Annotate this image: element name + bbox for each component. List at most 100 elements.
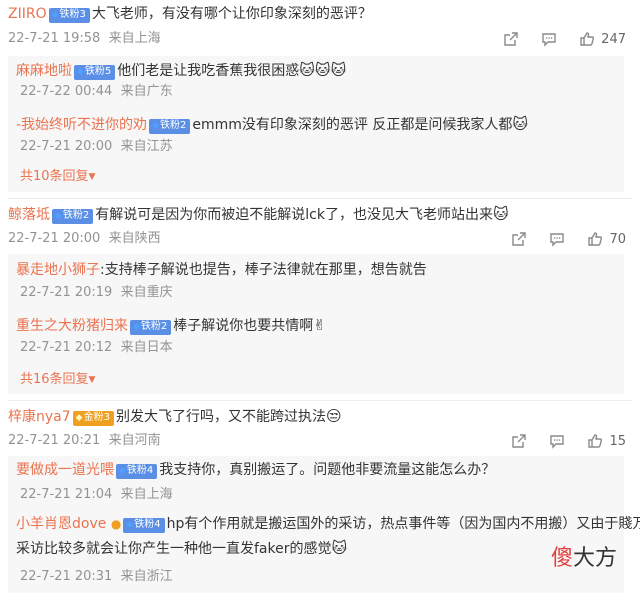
reply-text: 支持棒子解说也提告，棒子法律就在那里，想告就告 (104, 262, 427, 278)
reply-user[interactable]: 麻麻地啦 (16, 63, 72, 79)
victory-hand-icon: ✌ (313, 316, 326, 334)
comment-1-line: ZIIRO ◆铁粉3 大飞老师，有没有哪个让你印象深刻的恶评？ (8, 4, 372, 24)
comment-icon[interactable] (549, 231, 565, 247)
reply-location: 来自江苏 (120, 139, 173, 154)
more-replies-link[interactable]: 共10条回复▼ (20, 168, 95, 186)
diamond-icon: ◆ (75, 413, 83, 423)
more-replies-label: 共16条回复 (20, 372, 89, 387)
comment-1-location: 来自上海 (108, 31, 161, 46)
reply-2-line: -我始终听不进你的劝 ◆铁粉2 emmm没有印象深刻的恶评 反正都是问候我家人都🐱 (16, 114, 528, 135)
reply-user[interactable]: 要做成一道光喂 (16, 462, 114, 478)
diamond-icon: ◆ (126, 520, 134, 530)
reply-2-line: 小羊肖恩dove ● ◆铁粉4 hp有个作用就是搬运国外的采访，热点事件等（因为国内… (16, 514, 640, 534)
reply-date: 22-7-22 00:44 (20, 84, 113, 99)
comment-1-date: 22-7-21 19:58 (8, 31, 101, 46)
unamused-face-icon: 😒 (325, 407, 342, 425)
reply-date: 22-7-21 20:31 (20, 569, 113, 584)
diamond-icon: ◆ (51, 10, 59, 20)
like-button[interactable]: 247 (579, 31, 626, 47)
reply-text: 棒子解说你也要共情啊 (173, 318, 314, 334)
reply-date: 22-7-21 20:00 (20, 139, 113, 154)
reply-date: 22-7-21 21:04 (20, 487, 113, 502)
thumb-up-icon (588, 232, 603, 246)
reply-text: 他们老是让我吃香蕉我很困惑 (117, 63, 300, 79)
comment-2-user[interactable]: 鲸落坻 (8, 207, 50, 223)
like-button[interactable]: 15 (587, 433, 626, 449)
share-icon[interactable] (511, 433, 527, 449)
comment-2-meta: 22-7-21 20:00 来自陕西 (8, 230, 161, 248)
reply-user[interactable]: -我始终听不进你的劝 (16, 117, 147, 133)
diamond-icon: ◆ (119, 466, 126, 476)
like-count: 70 (609, 231, 626, 247)
reply-list: 麻麻地啦 ◆铁粉5 他们老是让我吃香蕉我很困惑🐱🐱🐱 22-7-22 00:44 来… (8, 56, 624, 192)
comment-1-user[interactable]: ZIIRO (8, 6, 47, 22)
reply-1-line: 暴走地小狮子:支持棒子解说也提告，棒子法律就在那里，想告就告 (16, 260, 427, 280)
more-replies-link[interactable]: 共16条回复▼ (20, 371, 95, 389)
reply-text: hp有个作用就是搬运国外的采访，热点事件等（因为国内不用搬）又由于賤万 (166, 516, 640, 532)
reply-list: 要做成一道光喂 ◆铁粉4 我支持你，真别搬运了。问题他非要流量这能怎么办？ 22-7… (8, 456, 640, 593)
divider (8, 400, 632, 401)
reply-list: 暴走地小狮子:支持棒子解说也提告，棒子法律就在那里，想告就告 22-7-21 2… (8, 254, 624, 394)
reply-meta: 22-7-21 20:12 来自日本 (20, 339, 173, 357)
reply-badge: ◆铁粉2 (130, 320, 172, 335)
comment-3-line: 梓康nya7 ◆金粉3 别发大飞了行吗，又不能跨过执法😒 (8, 406, 342, 427)
caret-down-icon: ▼ (88, 375, 96, 385)
like-count: 247 (601, 31, 626, 47)
reply-text: 采访比较多就会让你产生一种他一直发faker的感觉 (16, 541, 332, 557)
diamond-icon: ◆ (77, 67, 84, 77)
cat-emoji-icon: 🐱 (512, 115, 528, 133)
thumb-up-icon (580, 32, 595, 46)
reply-user[interactable]: 小羊肖恩dove (16, 516, 106, 532)
comment-3-date: 22-7-21 20:21 (8, 433, 101, 448)
reply-2-line-2: 采访比较多就会让你产生一种他一直发faker的感觉🐱 (16, 538, 347, 559)
reply-location: 来自重庆 (120, 285, 173, 300)
comment-2-badge: ◆铁粉2 (52, 209, 94, 224)
reply-meta: 22-7-22 00:44 来自广东 (20, 83, 173, 101)
comment-2-actions: 70 (511, 229, 626, 249)
diamond-icon: ◆ (152, 121, 159, 131)
comment-1-meta: 22-7-21 19:58 来自上海 (8, 30, 161, 48)
cat-emoji-icon: 🐱 (493, 205, 509, 223)
thumb-up-icon (588, 434, 603, 448)
reply-meta: 22-7-21 20:31 来自浙江 (20, 568, 173, 586)
reply-user[interactable]: 暴走地小狮子 (16, 262, 100, 278)
reply-location: 来自上海 (120, 487, 173, 502)
reply-badge: ◆铁粉2 (149, 119, 191, 134)
reply-badge: ◆铁粉5 (74, 65, 116, 80)
reply-badge: ◆铁粉4 (116, 464, 158, 479)
like-count: 15 (609, 433, 626, 449)
comment-3-meta: 22-7-21 20:21 来自河南 (8, 432, 161, 450)
reply-date: 22-7-21 20:19 (20, 285, 113, 300)
reply-location: 来自浙江 (120, 569, 173, 584)
comment-3-actions: 15 (511, 431, 626, 451)
reply-2-line: 重生之大粉猪归来 ◆铁粉2 棒子解说你也要共情啊✌ (16, 315, 326, 336)
watermark: 傻大方 (551, 540, 617, 572)
comment-3-text: 别发大飞了行吗，又不能跨过执法 (115, 409, 326, 425)
reply-badge: ◆铁粉4 (123, 518, 165, 533)
comment-1-actions: 247 (503, 29, 626, 49)
watermark-first: 傻 (551, 546, 574, 571)
reply-user[interactable]: 重生之大粉猪归来 (16, 318, 128, 334)
comment-3-user[interactable]: 梓康nya7 (8, 409, 71, 425)
comment-2-location: 来自陕西 (108, 231, 161, 246)
watermark-rest: 大方 (573, 546, 618, 571)
more-replies-label: 共10条回复 (20, 169, 89, 184)
divider (8, 198, 632, 199)
reply-location: 来自日本 (120, 340, 173, 355)
diamond-icon: ◆ (55, 211, 62, 221)
cat-emoji-icon: 🐱 (331, 539, 348, 557)
diamond-icon: ◆ (133, 322, 140, 332)
reply-location: 来自广东 (120, 84, 173, 99)
reply-date: 22-7-21 20:12 (20, 340, 113, 355)
reply-meta: 22-7-21 20:19 来自重庆 (20, 284, 173, 302)
share-icon[interactable] (511, 231, 527, 247)
like-button[interactable]: 70 (587, 231, 626, 247)
cat-emoji-icon: 🐱🐱🐱 (299, 61, 347, 79)
comment-2-date: 22-7-21 20:00 (8, 231, 101, 246)
reply-1-line: 麻麻地啦 ◆铁粉5 他们老是让我吃香蕉我很困惑🐱🐱🐱 (16, 60, 346, 81)
comment-1-badge: ◆铁粉3 (48, 8, 90, 23)
share-icon[interactable] (503, 31, 519, 47)
comment-icon[interactable] (549, 433, 565, 449)
reply-1-line: 要做成一道光喂 ◆铁粉4 我支持你，真别搬运了。问题他非要流量这能怎么办？ (16, 460, 495, 480)
comment-icon[interactable] (541, 31, 557, 47)
